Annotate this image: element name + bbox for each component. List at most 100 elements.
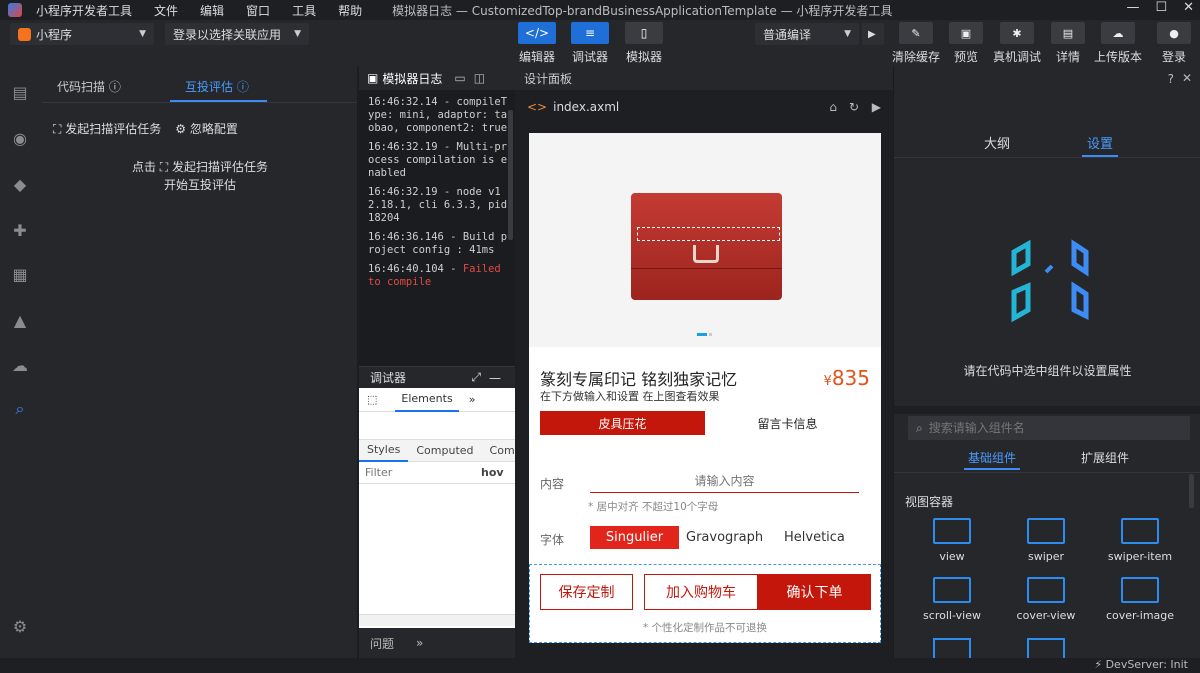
components-scrollbar[interactable] — [1189, 474, 1194, 508]
settings-gear-icon[interactable]: ⚙ — [8, 614, 32, 638]
component-swiper-item[interactable]: swiper-item — [1105, 518, 1175, 563]
scan-search-icon[interactable]: ⌕ — [8, 397, 32, 421]
close-icon[interactable]: ✕ — [1182, 71, 1192, 85]
debugger-panel: 调试器 ⤢ — ⬚ Elements » Styles Computed Com… — [359, 366, 522, 658]
hover-state-toggle[interactable]: hov — [481, 466, 504, 479]
play-circle-icon[interactable]: ▶ — [872, 100, 881, 114]
component-more-icon[interactable] — [933, 638, 971, 658]
hint-prefix: 点击 — [131, 160, 156, 174]
store-icon[interactable]: ▦ — [8, 262, 32, 286]
add-to-cart-button[interactable]: 加入购物车 — [644, 574, 758, 610]
flask-icon[interactable]: ▲ — [8, 308, 32, 332]
project-type-select[interactable]: 小程序 ▼ — [10, 23, 154, 45]
confirm-order-button[interactable]: 确认下单 — [758, 574, 871, 610]
expand-icon[interactable]: ⤢ — [471, 370, 481, 385]
git-icon[interactable]: ◆ — [8, 172, 32, 196]
design-panel-title: 设计面板 — [524, 71, 573, 86]
bottom-action-area: 保存定制 加入购物车 确认下单 * 个性化定制作品不可退换 — [529, 564, 881, 643]
simulator-toggle-button[interactable]: ▯ — [625, 22, 663, 44]
menu-item-file[interactable]: 文件 — [154, 2, 178, 19]
upload-button[interactable]: ☁ — [1101, 22, 1135, 44]
plugin-icon[interactable]: ✚ — [8, 218, 32, 242]
remote-debug-button[interactable]: ✱ — [1000, 22, 1034, 44]
chevron-down-icon: ▼ — [139, 29, 146, 39]
menu-item-tools[interactable]: 工具 — [292, 2, 316, 19]
component-search-box[interactable]: ⌕ — [908, 416, 1190, 440]
component-swiper[interactable]: swiper — [1011, 518, 1081, 563]
preview-button[interactable]: ▣ — [949, 22, 983, 44]
tab-computed[interactable]: Computed — [408, 444, 481, 457]
tab-basic-components[interactable]: 基础组件 — [968, 449, 1016, 466]
swiper-dot[interactable] — [709, 333, 712, 336]
home-icon[interactable]: ⌂ — [829, 100, 837, 114]
compile-run-button[interactable]: ▶ — [862, 23, 884, 45]
tab-outline[interactable]: 大纲 — [984, 133, 1010, 152]
editor-toggle-button[interactable]: </> — [518, 22, 556, 44]
tab-mutual-eval[interactable]: 互投评估 ⓘ — [185, 78, 249, 95]
product-price: ¥835 — [824, 366, 870, 390]
start-scan-button[interactable]: ⛶ 发起扫描评估任务 — [53, 120, 161, 137]
more-tabs-icon[interactable]: » — [416, 636, 423, 650]
code-scan-panel: 代码扫描 ⓘ 互投评估 ⓘ ⛶ 发起扫描评估任务 ⚙ 忽略配置 点击 ⛶ 发起扫… — [42, 66, 358, 658]
component-view[interactable]: view — [917, 518, 987, 563]
clear-cache-button[interactable]: ✎ — [899, 22, 933, 44]
close-window-button[interactable]: ✕ — [1183, 0, 1194, 15]
more-tabs-icon[interactable]: » — [469, 393, 476, 406]
engraving-area — [637, 227, 780, 241]
console-scrollbar[interactable] — [508, 110, 513, 240]
tab-elements[interactable]: Elements — [395, 388, 459, 412]
inspect-cursor-icon[interactable]: ⬚ — [367, 393, 377, 406]
price-value: 835 — [831, 366, 870, 390]
font-option-singulier[interactable]: Singulier — [590, 526, 679, 549]
tab-issues[interactable]: 问题 — [370, 635, 394, 652]
component-scroll-view[interactable]: scroll-view — [917, 577, 987, 622]
component-search-input[interactable] — [928, 421, 1169, 435]
menu-item-help[interactable]: 帮助 — [338, 2, 362, 19]
font-option-helvetica[interactable]: Helvetica — [784, 530, 845, 545]
menu-item-edit[interactable]: 编辑 — [200, 2, 224, 19]
component-cover-view[interactable]: cover-view — [1011, 577, 1081, 622]
tab-code-scan[interactable]: 代码扫描 ⓘ — [57, 78, 121, 95]
font-option-gravograph[interactable]: Gravograph — [686, 530, 763, 545]
tab-message-card[interactable]: 留言卡信息 — [705, 411, 870, 435]
debugger-toggle-button[interactable]: ≡ — [571, 22, 609, 44]
login-app-select[interactable]: 登录以选择关联应用 ▼ — [165, 23, 309, 45]
swiper-item-icon — [1121, 518, 1159, 544]
content-input[interactable] — [590, 469, 859, 493]
cloud-icon[interactable]: ☁ — [8, 353, 32, 377]
start-scan-label: 发起扫描评估任务 — [65, 122, 162, 136]
save-custom-button[interactable]: 保存定制 — [540, 574, 633, 610]
component-cover-image[interactable]: cover-image — [1105, 577, 1175, 622]
tab-settings[interactable]: 设置 — [1087, 133, 1113, 152]
cloud-upload-icon: ☁ — [1112, 26, 1124, 40]
maximize-button[interactable]: ☐ — [1155, 0, 1167, 15]
compile-mode-select[interactable]: 普通编译 ▼ — [755, 23, 859, 45]
tab-extended-components[interactable]: 扩展组件 — [1081, 449, 1129, 466]
login-button[interactable]: ● — [1157, 22, 1191, 44]
swiper-dot-active[interactable] — [697, 333, 707, 336]
details-button[interactable]: ▤ — [1051, 22, 1085, 44]
search-icon[interactable]: ◉ — [8, 126, 32, 150]
debugger-title: 调试器 — [370, 371, 407, 385]
view-icon — [933, 518, 971, 544]
plug-icon: ⚡ — [1094, 658, 1103, 671]
component-scroll-view-label: scroll-view — [923, 609, 981, 622]
ignore-config-button[interactable]: ⚙ 忽略配置 — [175, 120, 238, 137]
devserver-status-text: DevServer: Init — [1105, 658, 1188, 671]
menu-item-app[interactable]: 小程序开发者工具 — [36, 2, 132, 19]
split-icon[interactable]: ◫ — [474, 71, 485, 85]
horizontal-scrollbar[interactable] — [359, 614, 515, 626]
minimize-icon[interactable]: — — [489, 371, 501, 385]
tab-leather-emboss[interactable]: 皮具压花 — [540, 411, 705, 435]
product-subtitle: 在下方做输入和设置 在上图查看效果 — [540, 390, 720, 403]
code-file-icon[interactable]: ▤ — [8, 80, 32, 104]
hint-action-link[interactable]: 发起扫描评估任务 — [172, 160, 268, 174]
tab-styles[interactable]: Styles — [359, 440, 409, 462]
refresh-icon[interactable]: ↻ — [849, 100, 859, 114]
terminal-toggle-icon[interactable]: ▭ — [454, 71, 465, 85]
component-more-icon[interactable] — [1027, 638, 1065, 658]
styles-filter-input[interactable] — [359, 463, 471, 482]
help-icon[interactable]: ? — [1168, 72, 1174, 86]
minimize-button[interactable]: — — [1126, 0, 1139, 15]
menu-item-window[interactable]: 窗口 — [246, 2, 270, 19]
